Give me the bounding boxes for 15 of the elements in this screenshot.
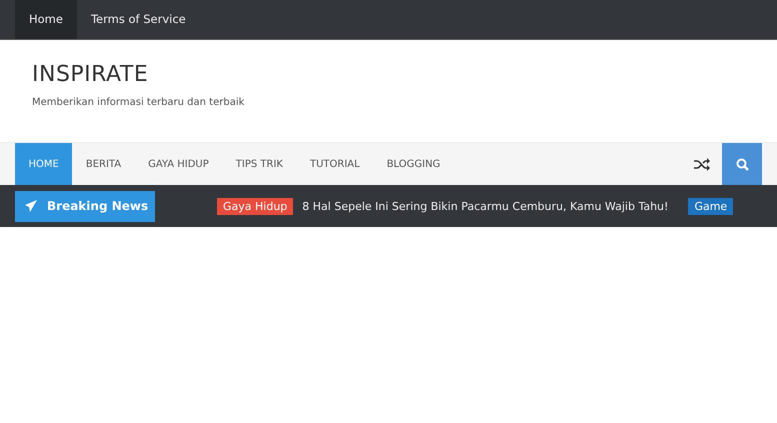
main-menu-link[interactable]: TUTORIAL [296,143,374,185]
top-menu-link[interactable]: Terms of Service [76,0,200,39]
main-menu-link[interactable]: BLOGGING [373,143,454,185]
search-icon [736,158,748,170]
main-menu-link[interactable]: TIPS TRIK [222,143,296,185]
site-tagline: Memberikan informasi terbaru dan terbaik [32,97,246,108]
top-menu-link[interactable]: Home [15,0,77,39]
headline-link[interactable]: 8 Hal Sepele Ini Sering Bikin Pacarmu Cemburu, Kamu Wajib Tahu! [302,200,668,212]
category-tag[interactable]: Game [688,198,734,214]
site-title[interactable]: INSPIRATE [32,62,777,87]
main-menu-link[interactable]: GAYA HIDUP [134,143,222,185]
category-tag[interactable]: Gaya Hidup [217,198,294,214]
breaking-news-text: Breaking News [47,199,148,213]
shuffle-icon [694,158,710,170]
main-menu-link[interactable]: BERITA [72,143,135,185]
